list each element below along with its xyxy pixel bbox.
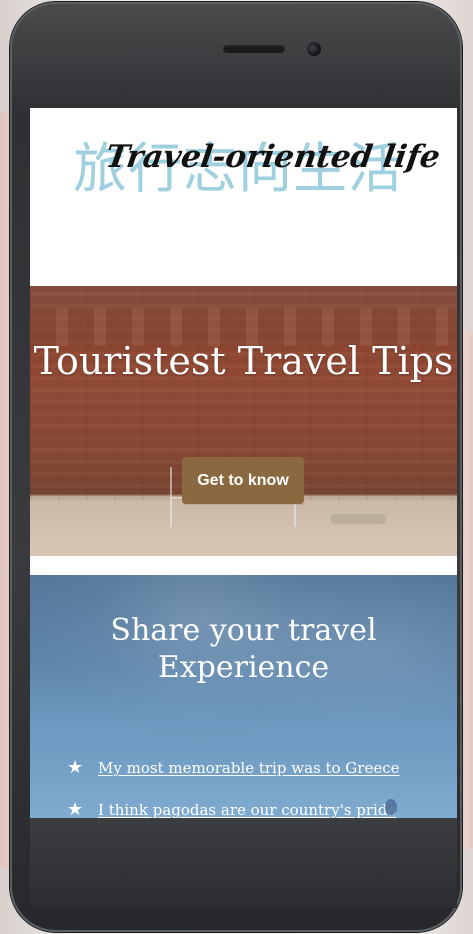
list-item: ★ My most memorable trip was to Greece: [67, 747, 427, 789]
get-to-know-button[interactable]: Get to know: [182, 457, 304, 504]
share-link-pagodas[interactable]: I think pagodas are our country's pride: [98, 801, 396, 818]
hero-section: Touristest Travel Tips Get to know: [30, 286, 457, 556]
star-icon: ★: [67, 799, 84, 819]
logo-english-text: Travel-oriented life: [103, 139, 443, 175]
balloon-icon: [385, 799, 397, 815]
star-icon: ★: [67, 757, 84, 778]
front-camera-icon: [307, 42, 321, 56]
dog-illustration: [330, 514, 386, 524]
share-section-title: Share your travel Experience: [110, 613, 377, 685]
mobile-screen: 旅行志向生活 Travel-oriented life Touristest T…: [30, 108, 457, 818]
site-header: 旅行志向生活 Travel-oriented life: [30, 108, 457, 286]
list-item: ★ I think pagodas are our country's prid…: [67, 789, 427, 819]
hero-title: Touristest Travel Tips: [33, 339, 454, 383]
share-experience-section: Share your travel Experience ★ My most m…: [30, 575, 457, 818]
phone-bottom-panel: [30, 818, 457, 908]
share-list: ★ My most memorable trip was to Greece ★…: [67, 747, 427, 819]
phone-mockup-scene: 旅行志向生活 Travel-oriented life Touristest T…: [0, 0, 473, 934]
speaker: [223, 45, 285, 53]
share-link-greece[interactable]: My most memorable trip was to Greece: [98, 759, 400, 777]
